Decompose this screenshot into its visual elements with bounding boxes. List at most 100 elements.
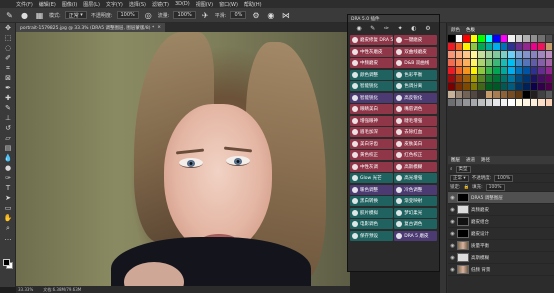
plugin-button[interactable]: 红色校正 [394,150,437,160]
color-swatch[interactable] [455,75,462,82]
color-swatch[interactable] [493,75,500,82]
color-swatch[interactable] [470,91,477,98]
color-swatch[interactable] [523,75,530,82]
color-swatch[interactable] [530,51,537,58]
color-swatch[interactable] [538,99,545,106]
color-swatch[interactable] [500,43,507,50]
smooth-field[interactable]: 0% [230,11,247,19]
color-swatch[interactable] [455,43,462,50]
marquee-tool-icon[interactable]: ⬚ [0,33,16,43]
move-tool-icon[interactable]: ✥ [0,23,16,33]
color-swatch[interactable] [523,51,530,58]
color-swatch[interactable] [515,75,522,82]
color-swatch[interactable] [463,83,470,90]
color-swatch[interactable] [463,99,470,106]
plugin-button[interactable]: 高斯模糊 [394,161,437,172]
color-swatch[interactable] [485,83,492,90]
plugin-button[interactable]: 高光增强 [394,173,437,183]
airbrush-icon[interactable]: ✈ [200,10,211,21]
tab-paths[interactable]: 路径 [481,157,490,163]
color-swatch[interactable] [508,43,515,50]
more-tools-icon[interactable]: … [0,233,16,243]
plugin-button[interactable]: 眼睛美白 [350,104,393,114]
color-swatch[interactable] [523,91,530,98]
layer-row[interactable]: ◉ 高斯模糊 [448,252,554,264]
color-swatch[interactable] [485,51,492,58]
color-swatch[interactable] [448,91,455,98]
plugin-button[interactable]: 颜色调整 [350,69,393,80]
color-swatch[interactable] [470,51,477,58]
color-swatch[interactable] [478,99,485,106]
color-swatch[interactable] [515,59,522,66]
eraser-tool-icon[interactable]: ▱ [0,133,16,143]
color-swatch[interactable] [448,59,455,66]
color-swatch[interactable] [470,99,477,106]
blur-tool-icon[interactable]: 💧 [0,153,16,163]
adjust-icon[interactable]: ◐ [411,25,416,32]
menu-type[interactable]: 文字(Y) [106,1,123,8]
plugin-button[interactable]: 冷色调整 [394,184,437,195]
color-swatch[interactable] [545,99,552,106]
menu-file[interactable]: 文件(F) [16,1,33,8]
color-swatch[interactable] [500,75,507,82]
plugin-button[interactable]: 中频磨皮 [350,58,393,68]
settings-icon[interactable]: ⚙ [425,25,430,32]
color-swatch[interactable] [500,99,507,106]
color-swatch[interactable] [470,35,477,42]
hand-tool-icon[interactable]: ✋ [0,213,16,223]
color-swatch[interactable] [538,67,545,74]
layer-kind-select[interactable]: 类型 [455,165,471,173]
color-swatch[interactable] [523,99,530,106]
tab-color[interactable]: 颜色 [451,27,460,33]
document-tab[interactable]: portrait-1579825.jpg @ 33.3% (DRA5 调整图层,… [16,23,165,32]
brush-preset-icon[interactable]: ● [19,10,30,21]
tab-channels[interactable]: 通道 [466,157,475,163]
type-tool-icon[interactable]: T [0,183,16,193]
plugin-button[interactable]: 去除红血 [394,127,437,137]
color-swatch[interactable] [485,91,492,98]
color-swatch[interactable] [538,43,545,50]
color-swatch[interactable] [508,51,515,58]
color-swatch[interactable] [455,67,462,74]
layer-row[interactable]: ◉ DRA5 调整图层 [448,192,554,204]
plugin-button[interactable]: D&B 双曲线 [394,58,437,68]
layer-row[interactable]: ◉ 质量平衡 [448,240,554,252]
color-swatch[interactable] [530,83,537,90]
menu-image[interactable]: 图像(I) [62,1,77,8]
color-swatch[interactable] [455,51,462,58]
path-select-tool-icon[interactable]: ➤ [0,193,16,203]
color-swatch[interactable] [478,67,485,74]
color-swatch[interactable] [463,43,470,50]
color-swatch[interactable] [478,91,485,98]
fill-field[interactable]: 100% [485,183,505,191]
dodge-tool-icon[interactable]: ● [0,163,16,173]
color-swatch[interactable] [538,35,545,42]
menu-3d[interactable]: 3D(D) [175,1,190,7]
color-swatch[interactable] [508,91,515,98]
layer-row[interactable]: ◉ 磨皮组合 [448,216,554,228]
color-swatch[interactable] [448,75,455,82]
plugin-button[interactable]: 双曲线磨皮 [394,46,437,57]
frame-tool-icon[interactable]: ⊠ [0,73,16,83]
color-swatch[interactable] [500,35,507,42]
tab-swatches[interactable]: 色板 [466,27,475,33]
layer-row[interactable]: ◉ 低频 背景 [448,264,554,276]
color-swatch[interactable] [545,67,552,74]
visibility-eye-icon[interactable]: ◉ [450,243,455,249]
brush-tool-icon[interactable]: ✎ [4,10,15,21]
gear-icon[interactable]: ⚙ [250,10,261,21]
plugin-button[interactable]: 中性灰调 [350,161,393,172]
color-swatch[interactable] [538,59,545,66]
color-swatch[interactable] [508,99,515,106]
color-swatch[interactable] [538,51,545,58]
blend-mode-select[interactable]: 正常 ▾ [450,174,469,182]
color-swatch[interactable] [508,75,515,82]
color-swatch[interactable] [478,75,485,82]
color-swatch[interactable] [485,67,492,74]
color-swatch[interactable] [485,59,492,66]
color-swatch[interactable] [530,35,537,42]
eye-icon[interactable]: ◉ [356,25,361,32]
color-swatch[interactable] [478,43,485,50]
color-swatch[interactable] [485,99,492,106]
color-swatch[interactable] [493,35,500,42]
